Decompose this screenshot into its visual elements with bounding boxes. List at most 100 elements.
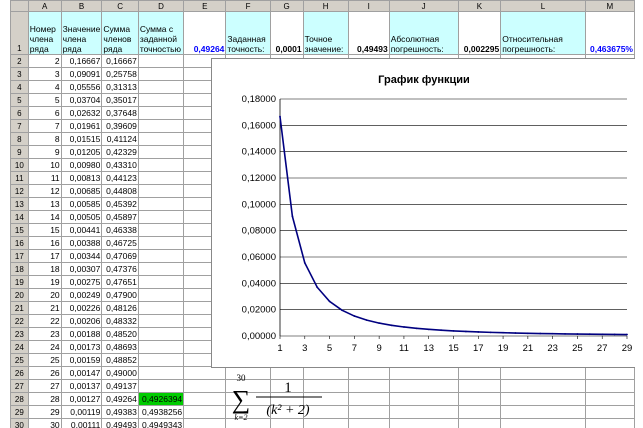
cell-term-number[interactable]: 13 [27,197,62,211]
cell-term-value[interactable]: 0,00111 [60,418,103,428]
cell-term-number[interactable]: 20 [27,288,62,302]
cell-k1[interactable]: 0,002295 [457,11,502,55]
cell-d1[interactable]: Сумма с заданной точностью [137,11,185,55]
cell-precise-sum[interactable] [137,353,185,367]
cell-precise-sum[interactable] [137,262,185,276]
cell-term-number[interactable]: 10 [27,158,62,172]
cell-i1[interactable]: 0,49493 [347,11,390,55]
row-header[interactable]: 30 [10,418,29,428]
row-header[interactable]: 29 [10,405,29,419]
cell-empty[interactable] [183,418,227,428]
cell-empty[interactable] [500,366,586,380]
cell-term-number[interactable]: 15 [27,223,62,237]
cell-partial-sum[interactable]: 0,47900 [101,288,139,302]
cell-term-value[interactable]: 0,00173 [60,340,103,354]
cell-empty[interactable] [584,392,635,406]
cell-empty[interactable] [388,418,459,428]
cell-term-value[interactable]: 0,05556 [60,80,103,94]
row-header[interactable]: 11 [10,171,29,185]
cell-precise-sum[interactable] [137,249,185,263]
cell-precise-sum[interactable] [137,301,185,315]
column-header[interactable]: A [27,0,62,12]
cell-precise-sum[interactable] [137,54,185,68]
cell-empty[interactable] [347,392,390,406]
cell-empty[interactable] [584,379,635,393]
row-header[interactable]: 27 [10,379,29,393]
row-header[interactable]: 1 [10,11,29,55]
cell-empty[interactable] [584,405,635,419]
cell-h1[interactable]: Точное значение: [302,11,349,55]
column-header[interactable]: E [183,0,227,12]
cell-partial-sum[interactable]: 0,44808 [101,184,139,198]
row-header[interactable]: 3 [10,67,29,81]
cell-partial-sum[interactable]: 0,49493 [101,418,139,428]
row-header[interactable]: 22 [10,314,29,328]
cell-precise-sum[interactable] [137,106,185,120]
cell-partial-sum[interactable]: 0,44123 [101,171,139,185]
cell-term-value[interactable]: 0,00980 [60,158,103,172]
cell-partial-sum[interactable]: 0,41124 [101,132,139,146]
row-header[interactable]: 21 [10,301,29,315]
column-header[interactable]: K [457,0,502,12]
cell-term-number[interactable]: 8 [27,132,62,146]
cell-empty[interactable] [388,379,459,393]
cell-precise-sum[interactable] [137,171,185,185]
cell-term-number[interactable]: 4 [27,80,62,94]
cell-term-number[interactable]: 9 [27,145,62,159]
row-header[interactable]: 9 [10,145,29,159]
cell-term-value[interactable]: 0,00249 [60,288,103,302]
cell-term-number[interactable]: 16 [27,236,62,250]
cell-partial-sum[interactable]: 0,45392 [101,197,139,211]
cell-term-number[interactable]: 3 [27,67,62,81]
cell-term-value[interactable]: 0,00159 [60,353,103,367]
row-header[interactable]: 28 [10,392,29,406]
cell-precise-sum[interactable] [137,158,185,172]
row-header[interactable]: 24 [10,340,29,354]
cell-term-number[interactable]: 27 [27,379,62,393]
cell-empty[interactable] [183,392,227,406]
cell-term-number[interactable]: 7 [27,119,62,133]
cell-term-value[interactable]: 0,00441 [60,223,103,237]
column-header[interactable]: J [388,0,459,12]
cell-term-number[interactable]: 26 [27,366,62,380]
cell-precise-sum[interactable] [137,197,185,211]
cell-term-number[interactable]: 18 [27,262,62,276]
cell-partial-sum[interactable]: 0,48693 [101,340,139,354]
cell-j1[interactable]: Абсолютная погрешность: [388,11,459,55]
row-header[interactable]: 12 [10,184,29,198]
cell-partial-sum[interactable]: 0,31313 [101,80,139,94]
cell-term-value[interactable]: 0,00505 [60,210,103,224]
row-header[interactable]: 8 [10,132,29,146]
cell-l1[interactable]: Относительная погрешность: [500,11,586,55]
cell-term-number[interactable]: 30 [27,418,62,428]
line-chart[interactable]: График функции 0,00000 0,02000 0,04000 0,06… [211,58,635,368]
cell-term-value[interactable]: 0,01961 [60,119,103,133]
cell-empty[interactable] [388,392,459,406]
cell-term-value[interactable]: 0,01205 [60,145,103,159]
cell-m1[interactable]: 0,463675% [584,11,635,55]
cell-empty[interactable] [584,418,635,428]
cell-partial-sum[interactable]: 0,37648 [101,106,139,120]
cell-empty[interactable] [457,366,502,380]
cell-partial-sum[interactable]: 0,47376 [101,262,139,276]
cell-partial-sum[interactable]: 0,47069 [101,249,139,263]
cell-term-number[interactable]: 23 [27,327,62,341]
cell-precise-sum[interactable] [137,366,185,380]
cell-empty[interactable] [500,418,586,428]
cell-term-number[interactable]: 14 [27,210,62,224]
cell-precise-sum[interactable] [137,184,185,198]
cell-precise-sum[interactable] [137,223,185,237]
cell-precise-sum[interactable] [137,93,185,107]
cell-partial-sum[interactable]: 0,47651 [101,275,139,289]
cell-term-number[interactable]: 5 [27,93,62,107]
cell-partial-sum[interactable]: 0,48332 [101,314,139,328]
column-header[interactable]: D [137,0,185,12]
cell-term-number[interactable]: 6 [27,106,62,120]
cell-term-value[interactable]: 0,00127 [60,392,103,406]
cell-empty[interactable] [347,379,390,393]
cell-term-number[interactable]: 24 [27,340,62,354]
cell-term-value[interactable]: 0,00147 [60,366,103,380]
cell-partial-sum[interactable]: 0,42329 [101,145,139,159]
row-header[interactable]: 16 [10,236,29,250]
cell-term-value[interactable]: 0,03704 [60,93,103,107]
